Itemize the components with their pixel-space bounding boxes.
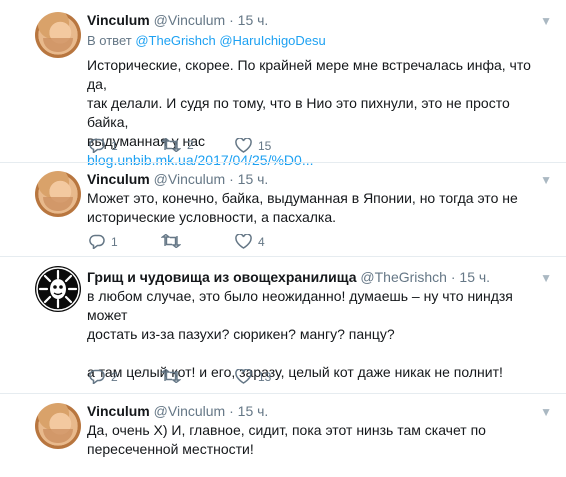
heart-icon	[235, 369, 252, 384]
heart-icon	[235, 234, 252, 249]
tweet-actions: 2 13	[89, 369, 389, 387]
tweet-text: в любом случае, это было неожиданно! дум…	[87, 287, 547, 382]
author-name[interactable]: Vinculum	[87, 12, 150, 28]
author-name[interactable]: Vinculum	[87, 171, 150, 187]
like-button[interactable]: 13	[235, 369, 271, 384]
tweet-text-line: так делали. И судя по тому, что в Нио эт…	[87, 95, 510, 130]
separator-dot: ·	[229, 171, 234, 187]
author-handle[interactable]: @Vinculum	[154, 171, 226, 187]
separator-dot: ·	[229, 12, 234, 28]
chevron-down-icon[interactable]: ▼	[540, 173, 552, 187]
avatar[interactable]	[35, 171, 81, 217]
reply-prefix: В ответ	[87, 33, 132, 48]
tweet-text-line: исторические условности, а пасхалка.	[87, 209, 337, 225]
reply-icon	[89, 138, 105, 153]
timestamp[interactable]: 15 ч.	[238, 12, 269, 28]
separator-dot: ·	[229, 403, 234, 419]
tweet-text-line: Может это, конечно, байка, выдуманная в …	[87, 190, 518, 206]
tweet-text-line: пересеченной местности!	[87, 441, 254, 457]
heart-icon	[235, 138, 252, 153]
timestamp[interactable]: 15 ч.	[459, 269, 490, 285]
timestamp[interactable]: 15 ч.	[238, 171, 269, 187]
reply-button[interactable]: 2	[89, 369, 118, 384]
tweet[interactable]: Грищ и чудовища из овощехранилища @TheGr…	[0, 257, 566, 393]
reply-button[interactable]: 1	[89, 138, 118, 153]
author-handle[interactable]: @Vinculum	[154, 12, 226, 28]
tweet-text-line	[87, 344, 547, 363]
tweet[interactable]: Vinculum @Vinculum · 15 ч. В ответ @TheG…	[0, 0, 566, 168]
mention-link[interactable]: @TheGrishch	[135, 33, 215, 48]
tweet-actions: 1 4	[89, 234, 389, 252]
like-count: 13	[258, 369, 272, 384]
retweet-button[interactable]	[161, 234, 187, 248]
reply-icon	[89, 369, 105, 384]
tweet-text-line: Да, очень Х) И, главное, сидит, пока это…	[87, 422, 486, 438]
like-button[interactable]: 15	[235, 138, 271, 153]
emblem-icon	[36, 267, 80, 311]
reply-context: В ответ @TheGrishch @HaruIchigoDesu	[87, 32, 547, 50]
avatar[interactable]	[35, 403, 81, 449]
like-count: 15	[258, 138, 272, 153]
tweet[interactable]: Vinculum @Vinculum · 15 ч. Может это, ко…	[0, 163, 566, 256]
author-name[interactable]: Vinculum	[87, 403, 150, 419]
tweet-text: Да, очень Х) И, главное, сидит, пока это…	[87, 421, 547, 459]
tweet-text-line: Исторические, скорее. По крайней мере мн…	[87, 57, 531, 92]
retweet-button[interactable]: 2	[161, 138, 194, 152]
tweet[interactable]: Vinculum @Vinculum · 15 ч. Да, очень Х) …	[0, 394, 566, 477]
like-button[interactable]: 4	[235, 234, 265, 249]
chevron-down-icon[interactable]: ▼	[540, 271, 552, 285]
like-count: 4	[258, 234, 265, 249]
reply-button[interactable]: 1	[89, 234, 118, 249]
retweet-icon	[161, 234, 181, 248]
retweet-icon	[161, 138, 181, 152]
author-handle[interactable]: @Vinculum	[154, 403, 226, 419]
reply-count: 1	[111, 234, 118, 249]
chevron-down-icon[interactable]: ▼	[540, 14, 552, 28]
reply-icon	[89, 234, 105, 249]
retweet-icon	[161, 369, 181, 383]
retweet-button[interactable]	[161, 369, 187, 383]
avatar[interactable]	[35, 266, 81, 312]
mention-link[interactable]: @HaruIchigoDesu	[219, 33, 325, 48]
author-name[interactable]: Грищ и чудовища из овощехранилища	[87, 269, 357, 285]
tweet-text-line: достать из-за пазухи? сюрикен? мангу? па…	[87, 326, 395, 342]
reply-count: 2	[111, 369, 118, 384]
timestamp[interactable]: 15 ч.	[238, 403, 269, 419]
tweet-text-line: в любом случае, это было неожиданно! дум…	[87, 288, 513, 323]
retweet-count: 2	[187, 138, 194, 152]
separator-dot: ·	[450, 269, 456, 285]
tweet-actions: 1 2 15	[89, 138, 389, 156]
reply-count: 1	[111, 138, 118, 153]
tweet-text: Может это, конечно, байка, выдуманная в …	[87, 189, 547, 227]
author-handle[interactable]: @TheGrishch	[360, 269, 447, 285]
avatar[interactable]	[35, 12, 81, 58]
chevron-down-icon[interactable]: ▼	[540, 405, 552, 419]
